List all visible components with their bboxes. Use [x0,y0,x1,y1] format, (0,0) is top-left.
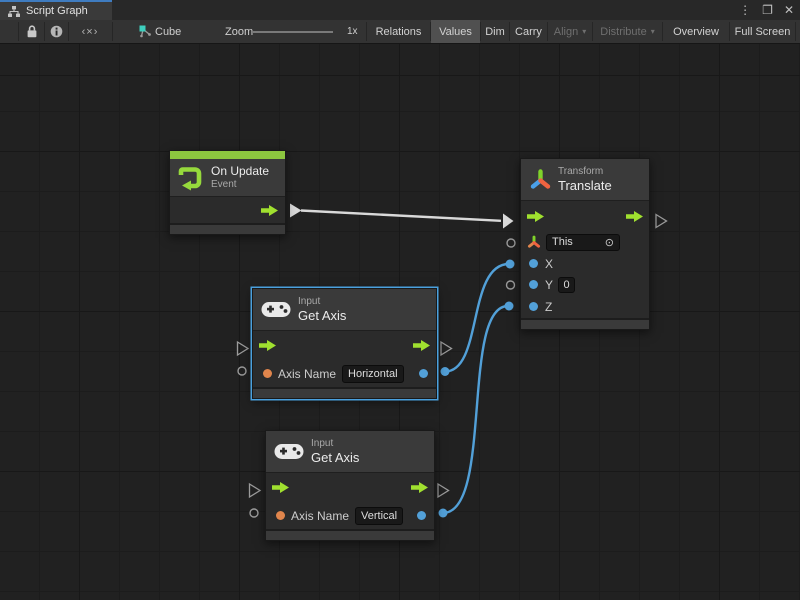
maximize-icon[interactable]: ❐ [762,0,773,20]
graph-asset-icon [138,20,152,43]
param-label: Axis Name [278,367,336,381]
node-category: Input [298,296,346,308]
param-label: Axis Name [291,509,349,523]
loop-event-icon [177,165,203,191]
chevron-down-icon: ▾ [651,27,655,36]
distribute-button: Distribute ▾ [593,20,662,43]
node-category: Transform [558,166,612,178]
flow-output-port[interactable] [411,482,428,493]
dim-button[interactable]: Dim [481,20,509,43]
node-title: Translate [558,178,612,193]
full-screen-button[interactable]: Full Screen [730,20,795,43]
axis-name-field[interactable]: Horizontal [342,365,404,383]
port-label-z: Z [545,300,552,314]
close-icon[interactable]: ✕ [784,0,794,20]
node-category: Input [311,438,359,450]
node-translate[interactable]: Transform Translate This ⊙ [520,158,650,330]
flow-output-port[interactable] [626,211,643,222]
node-title: Get Axis [298,308,346,323]
flow-input-port[interactable] [272,482,289,493]
flow-output-port[interactable] [413,340,430,351]
title-bar: Script Graph ⋮ ❐ ✕ [0,0,800,20]
debug-info-button[interactable] [44,20,68,43]
script-graph-window: Script Graph ⋮ ❐ ✕ [0,0,800,600]
flow-input-port[interactable] [259,340,276,351]
window-menu-icon[interactable]: ⋮ [739,0,751,20]
overview-button[interactable]: Overview [663,20,729,43]
target-object-field[interactable]: This ⊙ [546,234,620,251]
zoom-value: 1x [347,20,358,43]
transform-mini-icon[interactable] [527,235,541,249]
values-button[interactable]: Values [431,20,480,43]
gamepad-icon [274,442,304,461]
flow-input-port[interactable] [527,211,544,222]
toolbar: ‹×› Cube Zoom 1x Relations Values Dim Ca… [0,20,800,44]
node-footer [266,529,434,540]
event-accent-bar [170,151,285,159]
node-get-axis-horizontal[interactable]: Input Get Axis Axis Name Horizontal [252,288,437,399]
carry-button[interactable]: Carry [510,20,547,43]
port-label-y: Y [545,278,553,292]
toolbar-separator [18,22,19,41]
code-brackets-icon: ‹×› [82,26,99,38]
port-label-x: X [545,257,553,271]
value-port-y[interactable] [529,280,538,289]
node-title: Get Axis [311,450,359,465]
node-on-update[interactable]: On Update Event [169,150,286,235]
axis-name-field[interactable]: Vertical [355,507,403,525]
value-port-z[interactable] [529,302,538,311]
node-footer [521,318,649,329]
string-port-axis-name[interactable] [276,511,285,520]
node-footer [170,223,285,234]
toolbar-separator [795,22,796,41]
value-output-port[interactable] [417,511,426,520]
zoom-label: Zoom [225,20,253,43]
node-title: On Update [211,164,269,179]
toolbar-separator [112,22,113,41]
chevron-down-icon: ▾ [582,27,586,36]
tab-script-graph[interactable]: Script Graph [0,0,112,20]
flow-output-port[interactable] [261,205,278,216]
transform-icon [529,168,552,191]
lock-button[interactable] [20,20,44,43]
node-subtitle: Event [211,179,269,191]
tab-title: Script Graph [26,5,88,17]
value-output-port[interactable] [419,369,428,378]
object-picker-icon[interactable]: ⊙ [605,236,614,249]
graph-name-label: Cube [155,20,181,43]
relations-button[interactable]: Relations [367,20,430,43]
info-icon [50,25,63,38]
graph-hierarchy-icon [8,6,20,17]
string-port-axis-name[interactable] [263,369,272,378]
node-get-axis-vertical[interactable]: Input Get Axis Axis Name Vertical [265,430,435,541]
node-footer [253,387,436,398]
code-view-button[interactable]: ‹×› [68,20,112,43]
y-value-field[interactable]: 0 [558,277,575,293]
align-button: Align ▾ [548,20,592,43]
zoom-slider-track[interactable] [253,31,333,33]
gamepad-icon [261,300,291,319]
lock-icon [26,25,38,38]
value-port-x[interactable] [529,259,538,268]
